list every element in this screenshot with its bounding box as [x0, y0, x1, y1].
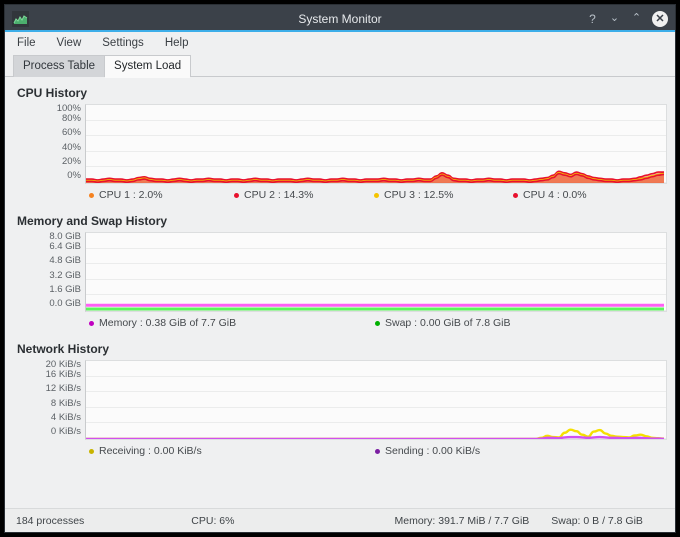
legend-dot-swap [375, 320, 380, 326]
cpu-graph-row: 100% 80% 60% 40% 20% 0% [13, 104, 667, 184]
minimize-button[interactable]: ⌄ [608, 13, 621, 24]
memory-series-canvas [86, 303, 664, 311]
cpu-y-tick: 60% [61, 127, 81, 139]
legend-dot-cpu4 [513, 192, 518, 198]
menubar: File View Settings Help [5, 32, 675, 54]
titlebar-accent-line [5, 30, 675, 32]
cpu-history-title: CPU History [17, 86, 88, 100]
memory-legend: Memory : 0.38 GiB of 7.7 GiB Swap : 0.00… [89, 312, 667, 337]
legend-item-cpu1: CPU 1 : 2.0% [89, 189, 234, 201]
cpu-y-tick: 40% [61, 141, 81, 153]
status-swap: Swap: 0 B / 7.8 GiB [551, 514, 643, 527]
memory-y-axis: 8.0 GiB 6.4 GiB 4.8 GiB 3.2 GiB 1.6 GiB … [13, 232, 85, 312]
menu-item-settings[interactable]: Settings [102, 37, 144, 49]
legend-item-sending: Sending : 0.00 KiB/s [375, 445, 480, 457]
tabbar: Process Table System Load [5, 54, 675, 78]
network-y-tick: 20 KiB/s [45, 359, 81, 370]
legend-dot-receiving [89, 448, 94, 454]
cpu-y-tick: 0% [67, 169, 81, 181]
tab-system-load[interactable]: System Load [104, 55, 192, 78]
status-cpu: CPU: 6% [191, 514, 235, 527]
network-y-tick: 12 KiB/s [45, 383, 81, 395]
legend-label-memory: Memory : 0.38 GiB of 7.7 GiB [99, 317, 237, 329]
legend-item-cpu3: CPU 3 : 12.5% [374, 189, 513, 201]
help-button[interactable]: ? [586, 13, 599, 25]
legend-dot-cpu2 [234, 192, 239, 198]
network-y-tick: 0 KiB/s [50, 425, 81, 437]
tab-process-table[interactable]: Process Table [13, 55, 106, 77]
network-history-title: Network History [17, 342, 110, 356]
memory-y-tick: 1.6 GiB [49, 283, 81, 295]
legend-dot-cpu1 [89, 192, 94, 198]
legend-item-cpu2: CPU 2 : 14.3% [234, 189, 374, 201]
memory-swap-history-title: Memory and Swap History [17, 214, 168, 228]
window-title: System Monitor [298, 11, 382, 26]
menu-item-view[interactable]: View [57, 37, 82, 49]
memory-swap-history-plot[interactable] [85, 232, 667, 312]
menu-item-help[interactable]: Help [165, 37, 189, 49]
cpu-y-axis: 100% 80% 60% 40% 20% 0% [13, 104, 85, 184]
cpu-history-plot[interactable] [85, 104, 667, 184]
legend-item-swap: Swap : 0.00 GiB of 7.8 GiB [375, 317, 510, 329]
system-load-panel: CPU History 100% 80% 60% 40% 20% 0% CPU … [5, 77, 675, 508]
legend-label-cpu2: CPU 2 : 14.3% [244, 189, 314, 201]
network-history-plot[interactable] [85, 360, 667, 440]
memory-y-tick: 3.2 GiB [49, 269, 81, 281]
legend-label-cpu1: CPU 1 : 2.0% [99, 189, 163, 201]
legend-label-cpu4: CPU 4 : 0.0% [523, 189, 587, 201]
network-series-canvas [86, 428, 664, 439]
cpu-y-tick: 100% [56, 103, 81, 114]
network-history-section: Network History 20 KiB/s 16 KiB/s 12 KiB… [13, 339, 667, 465]
window-controls: ? ⌄ ⌃ ✕ [586, 10, 668, 27]
cpu-legend: CPU 1 : 2.0% CPU 2 : 14.3% CPU 3 : 12.5%… [89, 184, 667, 209]
network-y-axis: 20 KiB/s 16 KiB/s 12 KiB/s 8 KiB/s 4 KiB… [13, 360, 85, 440]
cpu-history-section: CPU History 100% 80% 60% 40% 20% 0% CPU … [13, 83, 667, 209]
network-y-tick: 8 KiB/s [50, 397, 81, 409]
memory-y-tick: 0.0 GiB [49, 297, 81, 309]
cpu-series-canvas [86, 170, 664, 183]
maximize-button[interactable]: ⌃ [630, 13, 643, 24]
menu-item-file[interactable]: File [17, 37, 36, 49]
status-memory: Memory: 391.7 MiB / 7.7 GiB [394, 514, 530, 527]
cpu-y-tick: 20% [61, 155, 81, 167]
memory-y-tick: 8.0 GiB [49, 231, 81, 242]
legend-item-cpu4: CPU 4 : 0.0% [513, 189, 587, 201]
network-legend: Receiving : 0.00 KiB/s Sending : 0.00 Ki… [89, 440, 667, 465]
legend-item-receiving: Receiving : 0.00 KiB/s [89, 445, 375, 457]
cpu-y-tick: 80% [61, 113, 81, 125]
network-graph-row: 20 KiB/s 16 KiB/s 12 KiB/s 8 KiB/s 4 KiB… [13, 360, 667, 440]
network-y-tick: 16 KiB/s [45, 369, 81, 381]
legend-label-swap: Swap : 0.00 GiB of 7.8 GiB [385, 317, 511, 329]
legend-dot-memory [89, 320, 94, 326]
status-processes: 184 processes [16, 514, 85, 527]
titlebar: System Monitor ? ⌄ ⌃ ✕ [5, 5, 675, 32]
statusbar: 184 processes CPU: 6% Memory: 391.7 MiB … [5, 508, 675, 532]
memory-y-tick: 6.4 GiB [49, 241, 81, 253]
legend-label-cpu3: CPU 3 : 12.5% [384, 189, 454, 201]
legend-dot-cpu3 [374, 192, 379, 198]
close-button[interactable]: ✕ [652, 10, 668, 27]
legend-label-sending: Sending : 0.00 KiB/s [385, 445, 481, 457]
memory-swap-history-section: Memory and Swap History 8.0 GiB 6.4 GiB … [13, 211, 667, 337]
legend-label-receiving: Receiving : 0.00 KiB/s [99, 445, 202, 457]
legend-item-memory: Memory : 0.38 GiB of 7.7 GiB [89, 317, 375, 329]
memory-graph-row: 8.0 GiB 6.4 GiB 4.8 GiB 3.2 GiB 1.6 GiB … [13, 232, 667, 312]
memory-y-tick: 4.8 GiB [49, 255, 81, 267]
network-y-tick: 4 KiB/s [50, 411, 81, 423]
legend-dot-sending [375, 448, 380, 454]
system-monitor-window: System Monitor ? ⌄ ⌃ ✕ File View Setting… [4, 4, 676, 533]
